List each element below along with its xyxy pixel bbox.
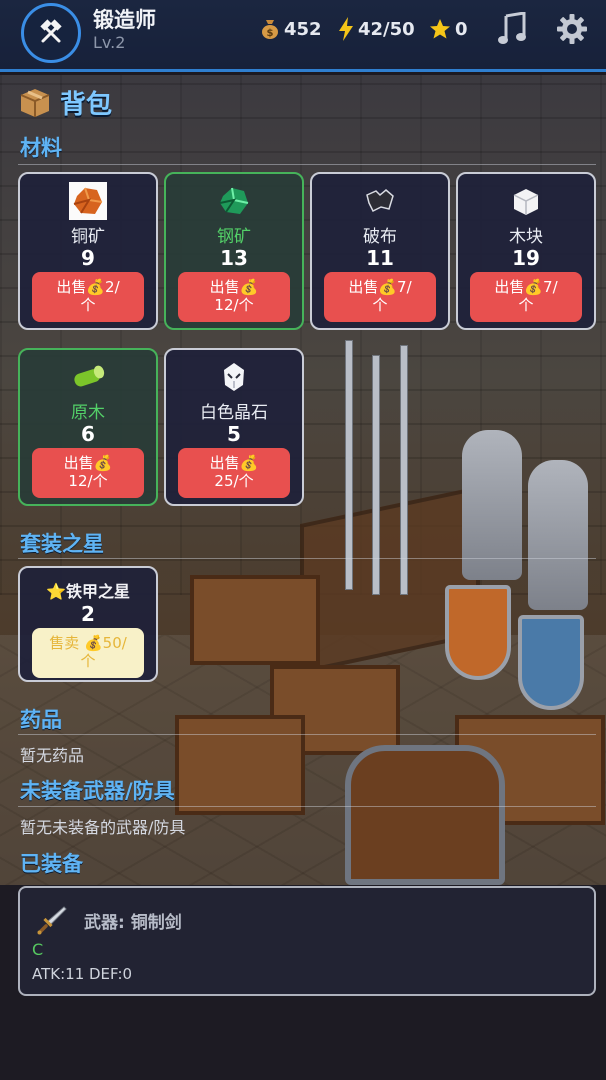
sword-icon xyxy=(34,902,70,938)
section-title-materials: 材料 xyxy=(20,136,62,160)
section-divider xyxy=(18,558,596,559)
sell-price: 出售💰 xyxy=(209,278,259,296)
material-quantity: 19 xyxy=(512,246,540,270)
material-card-log[interactable]: 原木 6 出售💰 12/个 xyxy=(18,348,158,506)
music-button[interactable] xyxy=(492,9,532,49)
sword-decoration xyxy=(372,355,380,595)
sell-button[interactable]: 售卖 💰50/ 个 xyxy=(32,628,144,678)
material-card-wood-block[interactable]: 木块 19 出售💰7/ 个 xyxy=(456,172,596,330)
star-value: 0 xyxy=(455,18,468,40)
section-divider xyxy=(18,164,596,165)
money-bag-icon: $ xyxy=(260,18,280,40)
material-name: 钢矿 xyxy=(217,227,251,247)
sell-unit: 12/个 xyxy=(68,472,108,490)
treasure-chest xyxy=(345,745,505,885)
sell-button[interactable]: 出售💰 12/个 xyxy=(178,272,290,322)
settings-button[interactable] xyxy=(552,9,592,49)
page-title-text: 背包 xyxy=(60,89,113,120)
gear-icon xyxy=(557,14,587,44)
potions-empty-message: 暂无药品 xyxy=(20,746,85,765)
energy-value: 42/50 xyxy=(358,18,415,40)
star-counter: 0 xyxy=(429,16,468,42)
set-star-card[interactable]: ⭐铁甲之星 2 售卖 💰50/ 个 xyxy=(18,566,158,682)
avatar[interactable] xyxy=(21,3,81,63)
sell-unit: 个 xyxy=(80,652,96,670)
material-name: 木块 xyxy=(509,227,543,247)
section-divider xyxy=(18,734,596,735)
material-quantity: 6 xyxy=(81,422,95,446)
copper-ore-icon xyxy=(69,182,107,220)
player-name: 锻造师 xyxy=(93,8,156,32)
sword-decoration xyxy=(345,340,353,590)
material-quantity: 5 xyxy=(227,422,241,446)
material-quantity: 13 xyxy=(220,246,248,270)
top-bar: 锻造师 Lv.2 $ 452 42/50 0 xyxy=(0,0,606,72)
equipped-weapon-card[interactable]: 武器: 铜制剑 C ATK:11 DEF:0 xyxy=(18,886,596,996)
set-star-name: ⭐铁甲之星 xyxy=(46,582,130,601)
wood-block-icon xyxy=(507,182,545,220)
sell-unit: 个 xyxy=(80,296,96,314)
lightning-icon xyxy=(338,17,354,41)
material-quantity: 11 xyxy=(366,246,394,270)
material-quantity: 9 xyxy=(81,246,95,270)
shield-decoration xyxy=(445,585,511,680)
log-icon xyxy=(69,358,107,396)
gold-counter: $ 452 xyxy=(260,16,322,42)
sell-unit: 个 xyxy=(372,296,388,314)
energy-counter: 42/50 xyxy=(338,16,415,42)
section-title-potions: 药品 xyxy=(20,708,62,732)
svg-text:$: $ xyxy=(267,28,274,39)
section-title-unequipped: 未装备武器/防具 xyxy=(20,779,175,803)
box-icon xyxy=(20,89,50,117)
set-star-quantity: 2 xyxy=(81,602,95,626)
sell-price: 出售💰7/ xyxy=(494,278,558,296)
sell-price: 出售💰2/ xyxy=(56,278,120,296)
material-card-white-crystal[interactable]: 白色晶石 5 出售💰 25/个 xyxy=(164,348,304,506)
white-crystal-icon xyxy=(215,358,253,396)
shield-decoration xyxy=(518,615,584,710)
crate-of-rocks xyxy=(190,575,320,665)
sell-button[interactable]: 出售💰 12/个 xyxy=(32,448,144,498)
star-icon xyxy=(429,18,451,40)
player-level: Lv.2 xyxy=(93,33,126,52)
sell-button[interactable]: 出售💰7/ 个 xyxy=(324,272,436,322)
section-divider xyxy=(18,806,596,807)
section-title-set-stars: 套装之星 xyxy=(20,532,104,556)
material-card-steel-ore[interactable]: 钢矿 13 出售💰 12/个 xyxy=(164,172,304,330)
sell-unit: 25/个 xyxy=(214,472,254,490)
hammers-icon xyxy=(40,19,62,43)
music-note-icon xyxy=(498,12,526,44)
sell-unit: 个 xyxy=(518,296,534,314)
sell-button[interactable]: 出售💰7/ 个 xyxy=(470,272,582,322)
equipped-weapon-name: 武器: 铜制剑 xyxy=(84,913,182,933)
material-name: 原木 xyxy=(71,403,105,423)
equipped-weapon-stats: ATK:11 DEF:0 xyxy=(32,965,133,983)
sell-price: 出售💰 xyxy=(209,454,259,472)
sell-button[interactable]: 出售💰 25/个 xyxy=(178,448,290,498)
material-name: 白色晶石 xyxy=(200,403,268,423)
rag-icon xyxy=(361,182,399,220)
page-title: 背包 xyxy=(18,84,112,120)
material-card-copper-ore[interactable]: 铜矿 9 出售💰2/ 个 xyxy=(18,172,158,330)
steel-ore-icon xyxy=(215,182,253,220)
section-title-equipped: 已装备 xyxy=(20,852,83,876)
material-name: 铜矿 xyxy=(71,227,105,247)
sell-button[interactable]: 出售💰2/ 个 xyxy=(32,272,144,322)
sell-price: 出售💰7/ xyxy=(348,278,412,296)
material-name: 破布 xyxy=(363,227,397,247)
equipped-weapon-grade: C xyxy=(32,940,44,959)
crate-of-potions xyxy=(175,715,305,815)
gold-value: 452 xyxy=(284,18,322,40)
unequipped-empty-message: 暂无未装备的武器/防具 xyxy=(20,818,186,837)
sell-price: 出售💰 xyxy=(63,454,113,472)
material-card-rag[interactable]: 破布 11 出售💰7/ 个 xyxy=(310,172,450,330)
armor-stand xyxy=(528,460,588,610)
sell-unit: 12/个 xyxy=(214,296,254,314)
sell-price: 售卖 💰50/ xyxy=(49,634,127,652)
